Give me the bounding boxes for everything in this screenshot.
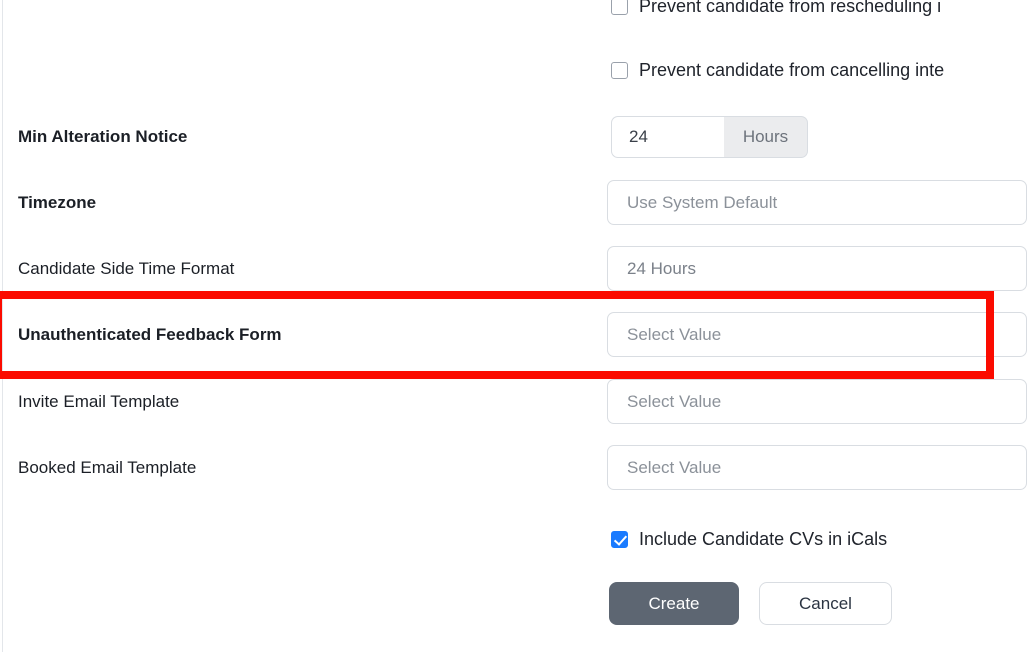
create-button[interactable]: Create <box>609 582 739 625</box>
cancel-button[interactable]: Cancel <box>759 582 892 625</box>
unauthenticated-feedback-form-label: Unauthenticated Feedback Form <box>18 324 282 344</box>
field-row-timezone: Timezone Use System Default <box>0 180 1027 225</box>
min-alteration-notice-unit-addon: Hours <box>724 115 808 158</box>
min-alteration-notice-input-group[interactable]: 24 Hours <box>611 115 808 158</box>
field-row-invite-email-template: Invite Email Template Select Value <box>0 379 1027 424</box>
field-row-booked-email-template: Booked Email Template Select Value <box>0 445 1027 490</box>
invite-email-template-label: Invite Email Template <box>18 391 180 411</box>
field-row-candidate-side-time-format: Candidate Side Time Format 24 Hours <box>0 246 1027 291</box>
settings-form-screen: Prevent candidate from rescheduling i Pr… <box>0 0 1027 652</box>
form-actions: Create Cancel <box>609 582 892 625</box>
interview-settings-form: Prevent candidate from rescheduling i Pr… <box>0 0 1027 652</box>
candidate-side-time-format-select[interactable]: 24 Hours <box>607 246 1027 291</box>
include-cvs-label: Include Candidate CVs in iCals <box>639 529 888 549</box>
min-alteration-notice-label: Min Alteration Notice <box>18 126 188 146</box>
unauthenticated-feedback-form-control: Select Value <box>607 312 1027 357</box>
checkbox-row-include-cvs[interactable]: Include Candidate CVs in iCals <box>611 527 887 551</box>
min-alteration-notice-control: 24 Hours <box>611 115 1027 158</box>
prevent-cancelling-label: Prevent candidate from cancelling inte <box>639 60 945 80</box>
prevent-rescheduling-label: Prevent candidate from rescheduling i <box>639 0 942 16</box>
unauthenticated-feedback-form-select[interactable]: Select Value <box>607 312 1027 357</box>
checkbox-row-prevent-rescheduling[interactable]: Prevent candidate from rescheduling i <box>611 0 941 18</box>
timezone-select[interactable]: Use System Default <box>607 180 1027 225</box>
invite-email-template-select[interactable]: Select Value <box>607 379 1027 424</box>
booked-email-template-control: Select Value <box>607 445 1027 490</box>
candidate-side-time-format-control: 24 Hours <box>607 246 1027 291</box>
candidate-side-time-format-label: Candidate Side Time Format <box>18 258 235 278</box>
field-row-min-alteration-notice: Min Alteration Notice 24 Hours <box>0 114 1027 159</box>
min-alteration-notice-input[interactable]: 24 <box>611 115 724 158</box>
invite-email-template-control: Select Value <box>607 379 1027 424</box>
prevent-rescheduling-checkbox[interactable] <box>611 0 628 15</box>
booked-email-template-label: Booked Email Template <box>18 457 197 477</box>
timezone-control: Use System Default <box>607 180 1027 225</box>
booked-email-template-select[interactable]: Select Value <box>607 445 1027 490</box>
field-row-unauthenticated-feedback-form: Unauthenticated Feedback Form Select Val… <box>0 312 1027 357</box>
include-cvs-checkbox[interactable] <box>611 530 628 548</box>
checkbox-row-prevent-cancelling[interactable]: Prevent candidate from cancelling inte <box>611 58 944 82</box>
prevent-cancelling-checkbox[interactable] <box>611 61 628 79</box>
timezone-label: Timezone <box>18 192 97 212</box>
